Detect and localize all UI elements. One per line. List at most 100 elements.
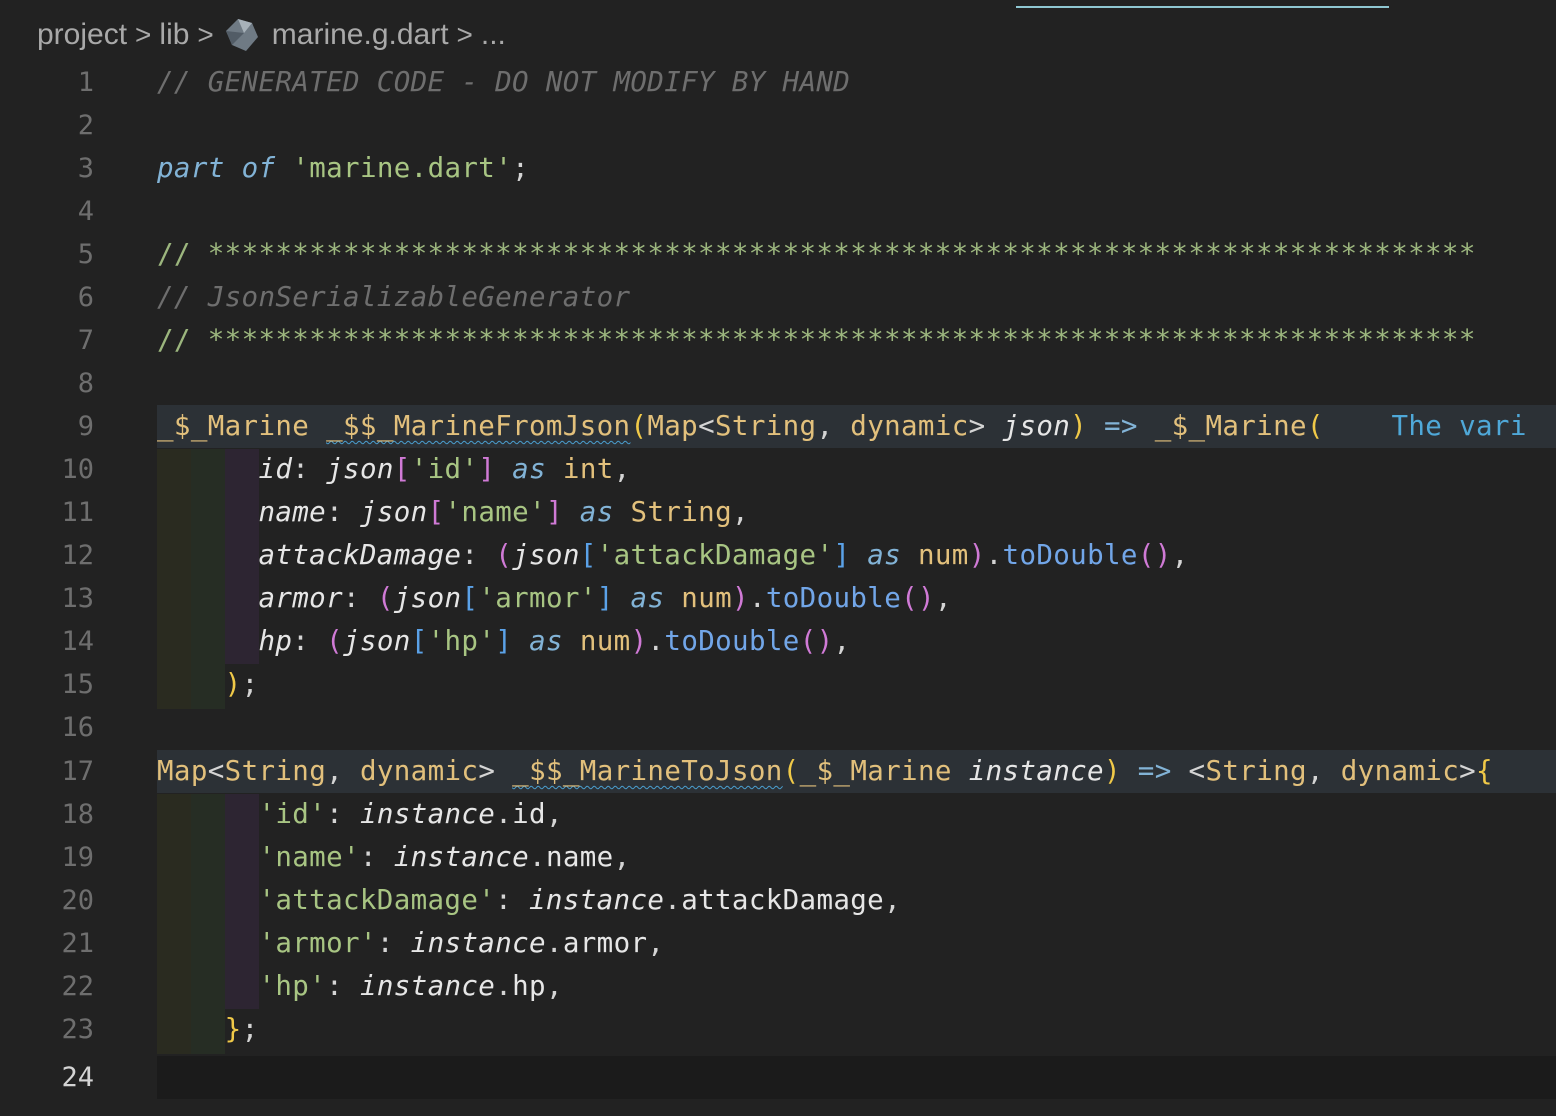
punctuation: < bbox=[698, 410, 715, 442]
comment: // GENERATED CODE - DO NOT MODIFY BY HAN… bbox=[157, 66, 851, 98]
property: hp bbox=[512, 970, 546, 1002]
punctuation: : bbox=[359, 841, 377, 873]
code-line: 7 // ***********************************… bbox=[0, 319, 1556, 362]
code-line: 3 part of 'marine.dart'; bbox=[0, 147, 1556, 190]
line-number: 16 bbox=[61, 712, 94, 743]
punctuation: . bbox=[495, 798, 513, 830]
punctuation: > bbox=[968, 410, 986, 442]
line-number: 22 bbox=[61, 971, 94, 1002]
code-line: 11 name: json['name'] as String, bbox=[0, 491, 1556, 534]
string: 'hp' bbox=[258, 970, 327, 1002]
chevron-right-icon: > bbox=[135, 19, 152, 50]
bracket: ] bbox=[478, 453, 496, 485]
punctuation: , bbox=[1306, 755, 1324, 787]
line-number: 7 bbox=[77, 325, 94, 356]
code-line: 8 bbox=[0, 362, 1556, 405]
function-name[interactable]: _$$_MarineFromJson bbox=[326, 410, 630, 442]
bracket: ( bbox=[326, 625, 344, 657]
line-number: 3 bbox=[77, 153, 94, 184]
line-number: 14 bbox=[61, 626, 94, 657]
bracket: { bbox=[1476, 755, 1493, 787]
line-content: // *************************************… bbox=[157, 233, 1476, 276]
code-editor[interactable]: 1 // GENERATED CODE - DO NOT MODIFY BY H… bbox=[0, 61, 1556, 1116]
type: int bbox=[562, 453, 614, 485]
code-line: 1 // GENERATED CODE - DO NOT MODIFY BY H… bbox=[0, 61, 1556, 104]
line-number: 9 bbox=[77, 411, 94, 442]
keyword: part bbox=[157, 152, 225, 184]
property: armor bbox=[562, 927, 648, 959]
parameter: json bbox=[1002, 410, 1071, 442]
string: 'id' bbox=[258, 798, 327, 830]
line-content: ); bbox=[157, 663, 258, 706]
type: String bbox=[715, 410, 817, 442]
punctuation: . bbox=[545, 927, 563, 959]
bracket: ) bbox=[968, 539, 986, 571]
operator: => bbox=[1103, 410, 1138, 442]
keyword: as bbox=[630, 582, 665, 614]
line-number: 10 bbox=[61, 454, 94, 485]
punctuation: : bbox=[292, 453, 310, 485]
bracket: } bbox=[224, 1013, 242, 1045]
variable: instance bbox=[359, 970, 496, 1002]
punctuation: , bbox=[326, 755, 344, 787]
line-number: 20 bbox=[61, 885, 94, 916]
breadcrumb-lib[interactable]: lib bbox=[159, 18, 189, 52]
breadcrumb-file[interactable]: marine.g.dart bbox=[272, 18, 449, 52]
punctuation: . bbox=[529, 841, 546, 873]
named-arg: attackDamage bbox=[258, 539, 462, 571]
code-line: 5 // ***********************************… bbox=[0, 233, 1556, 276]
line-content: 'attackDamage': instance.attackDamage, bbox=[157, 879, 901, 922]
bracket: [ bbox=[579, 539, 597, 571]
variable: json bbox=[326, 453, 394, 485]
type: String bbox=[224, 755, 327, 787]
punctuation: : bbox=[343, 582, 360, 614]
method: toDouble bbox=[1002, 539, 1138, 571]
punctuation: : bbox=[326, 970, 344, 1002]
string: 'name' bbox=[258, 841, 360, 873]
function-name[interactable]: _$$_MarineToJson bbox=[512, 755, 783, 787]
chevron-right-icon: > bbox=[456, 19, 473, 50]
punctuation: ; bbox=[512, 152, 530, 184]
line-content: attackDamage: (json['attackDamage'] as n… bbox=[157, 534, 1189, 577]
punctuation: > bbox=[1459, 755, 1477, 787]
bracket: ( bbox=[901, 582, 919, 614]
type: num bbox=[681, 582, 733, 614]
bracket: ) bbox=[630, 625, 648, 657]
property: id bbox=[512, 798, 546, 830]
type: _$_Marine bbox=[799, 755, 952, 787]
variable: json bbox=[359, 496, 428, 528]
string: 'marine.dart' bbox=[292, 152, 513, 184]
keyword: as bbox=[529, 625, 563, 657]
breadcrumb-symbols[interactable]: ... bbox=[481, 18, 506, 52]
punctuation: ; bbox=[241, 1013, 259, 1045]
variable: instance bbox=[529, 884, 665, 916]
breadcrumb-project[interactable]: project bbox=[37, 18, 127, 52]
punctuation: , bbox=[833, 625, 851, 657]
punctuation: , bbox=[816, 410, 834, 442]
line-number: 19 bbox=[61, 842, 94, 873]
punctuation: . bbox=[647, 625, 665, 657]
punctuation: , bbox=[613, 841, 631, 873]
punctuation: , bbox=[1171, 539, 1189, 571]
method: toDouble bbox=[664, 625, 800, 657]
string: 'name' bbox=[444, 496, 546, 528]
comment: // JsonSerializableGenerator bbox=[157, 281, 631, 313]
bracket: ) bbox=[918, 582, 935, 614]
type: num bbox=[917, 539, 969, 571]
type: dynamic bbox=[359, 755, 479, 787]
line-number: 5 bbox=[77, 239, 94, 270]
bracket: ) bbox=[1103, 755, 1121, 787]
bracket: [ bbox=[393, 453, 411, 485]
bracket: [ bbox=[410, 625, 428, 657]
line-number: 17 bbox=[61, 756, 94, 787]
code-line: 13 armor: (json['armor'] as num).toDoubl… bbox=[0, 577, 1556, 620]
code-line: 15 ); bbox=[0, 663, 1556, 706]
hover-hint: The vari bbox=[1391, 410, 1527, 442]
variable: instance bbox=[393, 841, 530, 873]
named-arg: name bbox=[258, 496, 327, 528]
punctuation: . bbox=[664, 884, 682, 916]
bracket: ( bbox=[1137, 539, 1155, 571]
line-number: 8 bbox=[77, 368, 94, 399]
type: num bbox=[579, 625, 631, 657]
bracket: ) bbox=[1070, 410, 1088, 442]
